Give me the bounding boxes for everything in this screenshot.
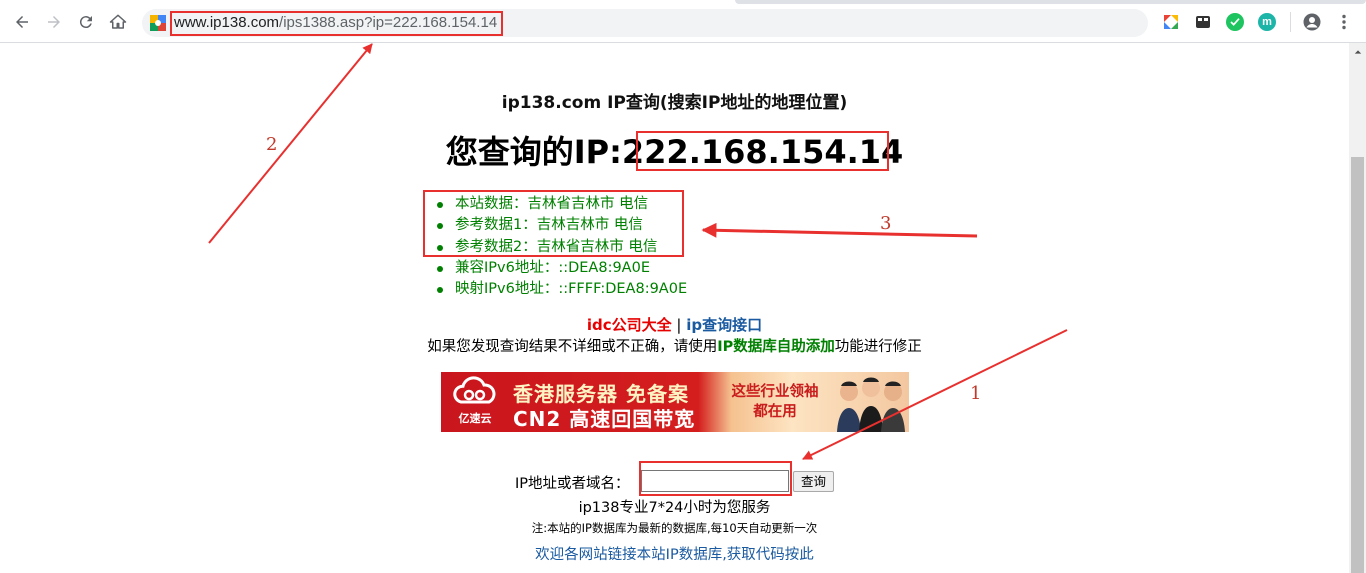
annotation-label-1: 1 [970, 383, 982, 404]
colorful-ext-icon[interactable] [1162, 13, 1180, 31]
result-item: 映射IPv6地址：::FFFF:DEA8:9A0E [437, 279, 687, 300]
ip-api-link[interactable]: ip查询接口 [686, 316, 762, 334]
banner-slogan-line1: 这些行业领袖 [731, 384, 819, 400]
ip-prefix-label: 您查询的IP: [445, 133, 622, 171]
banner-people-photo-icon [837, 377, 905, 432]
back-button[interactable] [8, 8, 36, 36]
menu-kebab-icon[interactable] [1335, 13, 1353, 31]
home-icon [109, 14, 127, 29]
db-update-note: 注:本站的IP数据库为最新的数据库,每10天自动更新一次 [531, 521, 818, 535]
link-code-link[interactable]: 欢迎各网站链接本站IP数据库,获取代码按此 [0, 543, 1349, 564]
correction-notice: 如果您发现查询结果不详细或不正确，请使用IP数据库自助添加功能进行修正 [0, 337, 1349, 357]
green-check-ext-icon[interactable] [1226, 13, 1244, 31]
profile-avatar-icon[interactable] [1303, 13, 1321, 31]
tab-strip-edge [0, 0, 1366, 4]
correction-prefix: 如果您发现查询结果不详细或不正确，请使用 [427, 339, 718, 355]
annotation-box-url [170, 11, 503, 36]
scroll-up-arrow-icon[interactable] [1349, 43, 1366, 60]
banner-logo-text: 亿速云 [458, 412, 492, 425]
service-text: ip138专业7*24小时为您服务 [578, 500, 771, 516]
correction-suffix: 功能进行修正 [834, 339, 922, 355]
banner-subline: CN2 高速回国带宽 [513, 407, 696, 431]
reload-button[interactable] [72, 8, 100, 36]
idc-list-link[interactable]: idc公司大全 [587, 316, 672, 334]
site-favicon-icon [150, 15, 166, 31]
query-label: IP地址或者域名： [515, 476, 630, 492]
annotation-label-3: 3 [880, 213, 892, 234]
annotation-box-input [639, 461, 792, 496]
annotation-box-ip [636, 131, 889, 171]
ext-m-letter: m [1262, 16, 1272, 28]
query-button[interactable]: 查询 [793, 471, 834, 492]
annotation-label-2: 2 [266, 134, 278, 155]
reload-icon [79, 16, 92, 29]
tab-ext-icon[interactable] [1194, 13, 1212, 31]
page-title: ip138.com IP查询(搜索IP地址的地理位置) [501, 93, 848, 113]
home-button[interactable] [104, 8, 132, 36]
banner-slogan-line2: 都在用 [753, 404, 797, 420]
forward-arrow-icon [48, 16, 60, 28]
links-line: idc公司大全 | ip查询接口 [0, 315, 1349, 335]
forward-button[interactable] [40, 8, 68, 36]
link-separator: | [671, 316, 687, 334]
banner-slogan: 这些行业领袖 都在用 [715, 382, 835, 422]
annotation-arrow-3 [701, 222, 978, 238]
inactive-tab-edge[interactable] [735, 0, 1366, 4]
ad-banner[interactable]: 亿速云 香港服务器 免备案 CN2 高速回国带宽 这些行业领袖 都在用 [441, 372, 909, 432]
scrollbar-thumb[interactable] [1351, 157, 1364, 573]
result-item: 兼容IPv6地址：::DEA8:9A0E [437, 258, 687, 279]
teal-m-ext-icon[interactable]: m [1258, 13, 1276, 31]
ip-db-self-add-link[interactable]: IP数据库自助添加 [717, 339, 835, 355]
annotation-box-results [423, 190, 684, 257]
toolbar-divider [1290, 12, 1291, 32]
back-arrow-icon [16, 16, 28, 28]
